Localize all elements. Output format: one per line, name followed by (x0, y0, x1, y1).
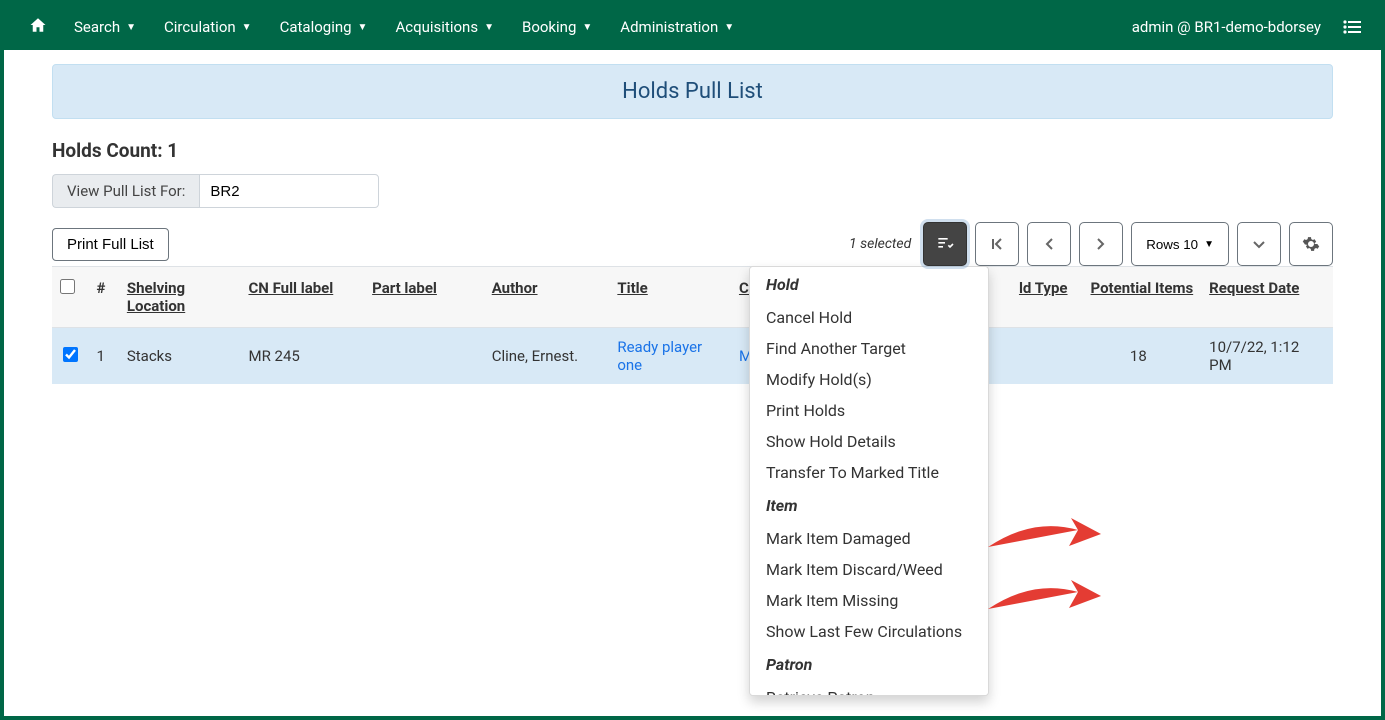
holds-table: # Shelving Location CN Full label Part l… (52, 266, 1333, 384)
annotation-arrow-missing (983, 574, 1103, 620)
caret-down-icon: ▼ (242, 22, 252, 33)
nav-cataloging[interactable]: Cataloging ▼ (266, 4, 382, 50)
row-checkbox[interactable] (63, 347, 78, 362)
dropdown-item-show-last-few-circulations[interactable]: Show Last Few Circulations (750, 616, 988, 647)
caret-down-icon: ▼ (358, 22, 368, 33)
dropdown-item-transfer-to-marked-title[interactable]: Transfer To Marked Title (750, 457, 988, 488)
table-row[interactable]: 1 Stacks MR 245 Cline, Ernest. Ready pla… (52, 328, 1333, 385)
caret-down-icon: ▼ (1204, 239, 1214, 250)
cell-request-date: 10/7/22, 1:12 PM (1201, 328, 1333, 385)
col-part-label[interactable]: Part label (372, 279, 437, 297)
top-navbar: Search ▼ Circulation ▼ Cataloging ▼ Acquisi… (4, 4, 1381, 50)
dropdown-item-mark-item-damaged[interactable]: Mark Item Damaged (750, 523, 988, 554)
settings-button[interactable] (1289, 222, 1333, 266)
nav-search-label: Search (74, 18, 120, 36)
nav-booking[interactable]: Booking ▼ (508, 4, 606, 50)
col-author[interactable]: Author (492, 279, 538, 297)
selected-count-label: 1 selected (849, 236, 911, 252)
col-request-date[interactable]: Request Date (1209, 279, 1299, 297)
nav-administration-label: Administration (620, 18, 718, 36)
next-page-button[interactable] (1079, 222, 1123, 266)
dropdown-section-item: Item (750, 488, 988, 523)
print-full-list-button[interactable]: Print Full List (52, 228, 169, 261)
nav-acquisitions[interactable]: Acquisitions ▼ (381, 4, 508, 50)
nav-search[interactable]: Search ▼ (60, 4, 150, 50)
col-number: # (88, 267, 118, 328)
dropdown-item-show-hold-details[interactable]: Show Hold Details (750, 426, 988, 457)
cell-cn: MR 245 (240, 328, 364, 385)
list-menu-icon[interactable] (1335, 20, 1369, 34)
cell-shelving: Stacks (119, 328, 241, 385)
first-page-button[interactable] (975, 222, 1019, 266)
cell-title-link[interactable]: Ready player one (617, 338, 702, 374)
col-shelving-location[interactable]: Shelving Location (127, 279, 185, 315)
actions-dropdown: Hold Cancel Hold Find Another Target Mod… (749, 266, 989, 696)
user-label: admin @ BR1-demo-bdorsey (1118, 18, 1335, 36)
caret-down-icon: ▼ (582, 22, 592, 33)
prev-page-button[interactable] (1027, 222, 1071, 266)
cell-author: Cline, Ernest. (484, 328, 610, 385)
caret-down-icon: ▼ (484, 22, 494, 33)
dropdown-item-retrieve-patron[interactable]: Retrieve Patron (750, 682, 988, 696)
nav-circulation-label: Circulation (164, 18, 236, 36)
page-banner: Holds Pull List (52, 64, 1333, 119)
dropdown-item-find-another-target[interactable]: Find Another Target (750, 333, 988, 364)
caret-down-icon: ▼ (724, 22, 734, 33)
col-hold-type[interactable]: ld Type (1019, 279, 1068, 297)
annotation-arrow-damaged (983, 512, 1103, 558)
rows-label: Rows 10 (1146, 237, 1198, 252)
dropdown-section-patron: Patron (750, 647, 988, 682)
col-title[interactable]: Title (617, 279, 647, 297)
dropdown-item-print-holds[interactable]: Print Holds (750, 395, 988, 426)
dropdown-item-cancel-hold[interactable]: Cancel Hold (750, 302, 988, 333)
col-cn-full-label[interactable]: CN Full label (248, 279, 333, 297)
rows-per-page-button[interactable]: Rows 10 ▼ (1131, 222, 1229, 266)
home-icon[interactable] (16, 15, 60, 39)
holds-count-label: Holds Count: 1 (52, 139, 1333, 162)
nav-booking-label: Booking (522, 18, 576, 36)
pull-list-input[interactable] (199, 174, 379, 208)
actions-menu-button[interactable] (923, 222, 967, 266)
cell-hold-type (974, 328, 1075, 385)
nav-circulation[interactable]: Circulation ▼ (150, 4, 266, 50)
dropdown-item-mark-item-missing[interactable]: Mark Item Missing (750, 585, 988, 616)
cell-number: 1 (88, 328, 118, 385)
nav-acquisitions-label: Acquisitions (395, 18, 478, 36)
expand-button[interactable] (1237, 222, 1281, 266)
nav-cataloging-label: Cataloging (280, 18, 352, 36)
dropdown-section-hold: Hold (750, 267, 988, 302)
cell-potential: 18 (1076, 328, 1202, 385)
caret-down-icon: ▼ (126, 22, 136, 33)
nav-administration[interactable]: Administration ▼ (606, 4, 748, 50)
dropdown-item-mark-item-discard-weed[interactable]: Mark Item Discard/Weed (750, 554, 988, 585)
select-all-checkbox[interactable] (60, 279, 75, 294)
col-potential-items[interactable]: Potential Items (1091, 279, 1194, 297)
cell-part (364, 328, 484, 385)
dropdown-item-modify-holds[interactable]: Modify Hold(s) (750, 364, 988, 395)
view-pull-list-for-label: View Pull List For: (52, 174, 199, 208)
